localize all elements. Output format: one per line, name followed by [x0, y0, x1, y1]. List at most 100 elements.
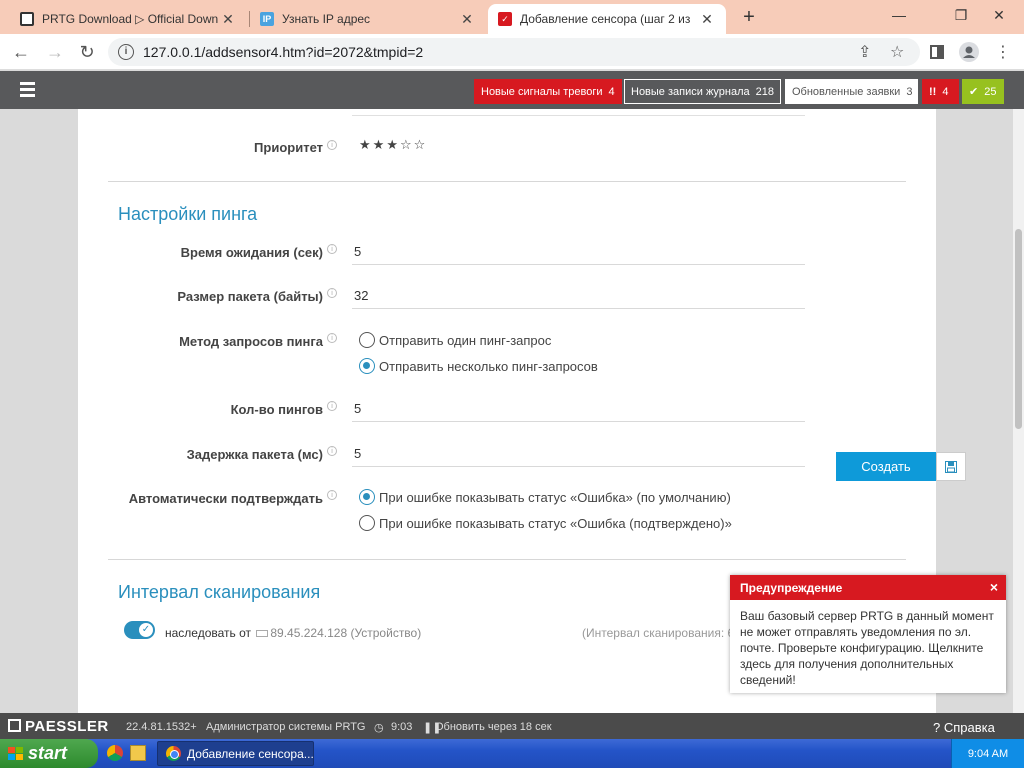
hamburger-menu-icon[interactable] [20, 82, 35, 100]
side-panel-icon[interactable] [924, 39, 950, 65]
warning-message[interactable]: Ваш базовый сервер PRTG в данный момент … [730, 600, 1006, 696]
packet-size-field[interactable] [352, 283, 805, 309]
close-tab-icon[interactable]: ✕ [458, 11, 476, 28]
new-tab-icon[interactable]: + [736, 6, 762, 30]
error-sensors-badge[interactable]: !! 4 [922, 79, 959, 104]
timeout-field[interactable] [352, 239, 805, 265]
radio-unchecked-icon[interactable] [359, 332, 375, 348]
timeout-input[interactable] [352, 239, 805, 263]
back-icon[interactable]: ← [8, 39, 34, 65]
badge-label: Обновленные заявки [792, 85, 901, 98]
radio-multiple-pings[interactable]: Отправить несколько пинг-запросов [359, 358, 598, 374]
browser-tab-prtg-download[interactable]: PRTG Download ▷ Official Down ✕ [10, 4, 247, 34]
tray-clock[interactable]: 9:04 AM [968, 748, 1008, 760]
user-text[interactable]: Администратор системы PRTG [206, 721, 365, 733]
packet-size-input[interactable] [352, 283, 805, 307]
badge-count: 3 [906, 85, 913, 98]
browser-tab-strip: PRTG Download ▷ Official Down ✕ IP Узнат… [0, 0, 1024, 34]
save-icon[interactable] [936, 452, 966, 481]
address-bar[interactable]: i 127.0.0.1/addsensor4.htm?id=2072&tmpid… [108, 38, 920, 66]
inherit-text: наследовать от [165, 626, 252, 640]
interval-info: (Интервал сканирования: 6 [582, 626, 730, 640]
packet-delay-field[interactable] [352, 441, 805, 467]
chrome-quicklaunch-icon[interactable] [107, 745, 123, 761]
bookmark-star-icon[interactable]: ☆ [890, 42, 904, 62]
help-info-icon[interactable]: i [327, 333, 337, 343]
badge-count: 218 [755, 85, 775, 98]
help-info-icon[interactable]: i [327, 401, 337, 411]
forward-icon[interactable]: → [42, 39, 68, 65]
start-label: start [28, 743, 68, 763]
prtg-red-favicon-icon: ✓ [498, 12, 512, 26]
close-tab-icon[interactable]: ✕ [219, 11, 237, 28]
help-info-icon[interactable]: i [327, 288, 337, 298]
section-divider [108, 559, 906, 560]
radio-status-error-acknowledged[interactable]: При ошибке показывать статус «Ошибка (по… [359, 515, 732, 531]
updated-tickets-badge[interactable]: Обновленные заявки 3 [785, 79, 918, 104]
scan-interval-title: Интервал сканирования [118, 582, 321, 602]
browser-tab-add-sensor[interactable]: ✓ Добавление сенсора (шаг 2 из ✕ [488, 4, 726, 34]
radio-unchecked-icon[interactable] [359, 515, 375, 531]
new-alarms-badge[interactable]: Новые сигналы тревоги 4 [474, 79, 622, 104]
radio-checked-icon[interactable] [359, 358, 375, 374]
new-log-entries-badge[interactable]: Новые записи журнала 218 [624, 79, 781, 104]
badge-count: 25 [984, 85, 997, 98]
share-icon[interactable]: ⇪ [858, 42, 871, 62]
warning-title: Предупреждение [740, 581, 843, 595]
check-icon: ✓ [139, 623, 153, 637]
device-icon [256, 630, 269, 638]
help-info-icon[interactable]: i [327, 490, 337, 500]
star-filled-icon[interactable]: ★ [386, 137, 400, 153]
help-info-icon[interactable]: i [327, 244, 337, 254]
server-time: 9:03 [391, 721, 413, 733]
system-tray: 9:04 AM [951, 739, 1024, 768]
radio-single-ping[interactable]: Отправить один пинг-запрос [359, 332, 551, 348]
ip-favicon-icon: IP [260, 12, 274, 26]
logo-text: PAESSLER [25, 718, 109, 735]
prtg-favicon-icon [20, 12, 34, 26]
radio-status-error-default[interactable]: При ошибке показывать статус «Ошибка» (п… [359, 489, 731, 505]
tab-title: Узнать IP адрес [282, 12, 371, 26]
ping-count-input[interactable] [352, 396, 805, 420]
field-underline [352, 115, 805, 116]
help-info-icon[interactable]: i [327, 140, 337, 150]
browser-tab-ip[interactable]: IP Узнать IP адрес ✕ [250, 4, 486, 34]
star-filled-icon[interactable]: ★ [373, 137, 387, 153]
inherit-source[interactable]: 89.45.224.128 (Устройство) [270, 626, 421, 640]
paessler-logo: PAESSLER [8, 718, 109, 735]
badge-label: Новые сигналы тревоги [481, 85, 603, 98]
scrollbar-thumb[interactable] [1015, 229, 1022, 429]
start-button[interactable]: start [0, 739, 98, 768]
section-divider [108, 181, 906, 182]
close-window-icon[interactable]: ✕ [976, 0, 1022, 30]
star-empty-icon[interactable]: ☆ [400, 137, 414, 153]
page-scrollbar[interactable] [1013, 109, 1024, 713]
menu-kebab-icon[interactable]: ⋮ [990, 39, 1016, 65]
ping-method-label: Метод запросов пинга [179, 334, 323, 349]
reload-icon[interactable]: ↻ [74, 39, 100, 65]
priority-stars[interactable]: ★★★☆☆ [359, 137, 427, 153]
help-link[interactable]: ? Справка [933, 720, 995, 735]
taskbar-chrome-window[interactable]: Добавление сенсора... [157, 741, 314, 766]
create-button[interactable]: Создать [836, 452, 936, 481]
ok-sensors-badge[interactable]: ✔ 25 [962, 79, 1004, 104]
star-filled-icon[interactable]: ★ [359, 137, 373, 153]
tab-title: PRTG Download ▷ Official Down [42, 12, 219, 26]
close-tab-icon[interactable]: ✕ [698, 11, 716, 28]
site-info-icon[interactable]: i [118, 44, 134, 60]
packet-delay-input[interactable] [352, 441, 805, 465]
warning-popup[interactable]: Предупреждение × Ваш базовый сервер PRTG… [730, 575, 1006, 693]
ping-count-field[interactable] [352, 396, 805, 422]
close-icon[interactable]: × [990, 579, 998, 595]
help-info-icon[interactable]: i [327, 446, 337, 456]
inherit-toggle[interactable]: ✓ [124, 621, 155, 639]
star-empty-icon[interactable]: ☆ [414, 137, 428, 153]
minimize-icon[interactable]: — [876, 0, 922, 30]
version-text: 22.4.81.1532+ [126, 721, 197, 733]
url-text[interactable]: 127.0.0.1/addsensor4.htm?id=2072&tmpid=2 [143, 44, 423, 60]
refresh-text[interactable]: Обновить через 18 сек [435, 721, 552, 733]
badge-count: 4 [608, 85, 615, 98]
folder-quicklaunch-icon[interactable] [130, 745, 146, 761]
radio-checked-icon[interactable] [359, 489, 375, 505]
profile-avatar-icon[interactable] [956, 39, 982, 65]
